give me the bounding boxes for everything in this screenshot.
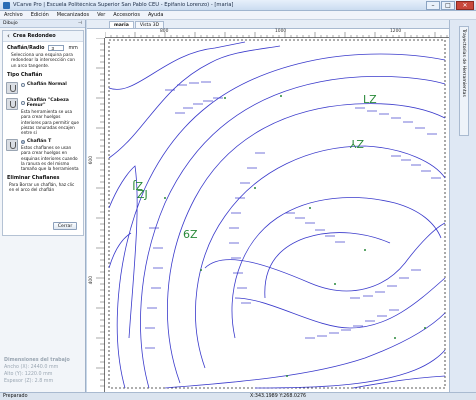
part-marker — [280, 95, 282, 97]
job-thickness: Espesor (Z): 2.8 mm — [4, 379, 54, 384]
part-marker — [164, 197, 166, 199]
part-label: ZY — [349, 137, 364, 150]
panel-header: Dibujo ⊣ — [0, 20, 85, 28]
part-markers — [164, 95, 426, 377]
part-marker — [254, 187, 256, 189]
job-width: Ancho (X): 2440.0 mm — [4, 365, 59, 370]
back-arrow-icon: ‹ — [7, 31, 10, 40]
ruler-left-ticks — [96, 37, 105, 387]
menu-archivo[interactable]: Archivo — [0, 12, 27, 18]
job-dims-title: Dimensiones del trabajo — [4, 358, 70, 363]
part-marker — [309, 207, 311, 209]
job-height: Alto (Y): 1220.0 mm — [4, 372, 53, 377]
vector-drawing[interactable]: LZ ZY ZJ ZJ 6Z — [105, 38, 449, 392]
menu-mecanizados[interactable]: Mecanizados — [53, 12, 93, 18]
close-button[interactable]: Cerrar — [53, 222, 77, 230]
part-labels: LZ ZY ZJ ZJ 6Z — [132, 93, 377, 241]
ruler-left-label: 400 — [89, 276, 94, 285]
minimize-button[interactable]: – — [426, 0, 440, 10]
toolpath-strip: Trayectorias de Herramientas — [449, 20, 476, 392]
slot-marks — [145, 81, 441, 349]
radius-label: Chaflán/Radio — [7, 45, 45, 51]
remove-fillets-title: Eliminar Chaflanes — [7, 175, 60, 182]
ruler-top-label: 1000 — [275, 29, 287, 34]
job-dimensions: Dimensiones del trabajo Ancho (X): 2440.… — [4, 357, 84, 385]
pin-icon[interactable]: ⊣ — [78, 21, 82, 26]
ruler-top: 800 1000 1200 — [104, 29, 449, 38]
radius-unit: mm — [68, 45, 78, 51]
drawing-panel: Dibujo ⊣ ‹ Crea Redondeo Chaflán/Radio m… — [0, 20, 86, 392]
status-text: Preparado — [3, 394, 28, 399]
ruler-top-label: 800 — [160, 29, 169, 34]
radio-normal[interactable] — [21, 82, 25, 87]
toolpaths-tab-label: Trayectorias de Herramientas — [461, 29, 466, 97]
cursor-coordinates: X:343.1989 Y:268.0276 — [250, 394, 307, 399]
part-marker — [200, 269, 202, 271]
window-controls: – □ ✕ — [425, 0, 474, 10]
option-normal-label: Chaflán Normal — [27, 82, 67, 88]
tool-intro: Selecciona una esquina para redondear la… — [11, 53, 75, 69]
view-tabs: maria Vista 3D — [87, 20, 449, 29]
menu-bar: Archivo Edición Mecanizados Ver Accesori… — [0, 11, 476, 20]
part-marker — [394, 337, 396, 339]
back-button[interactable]: ‹ Crea Redondeo — [3, 31, 83, 42]
maximize-button[interactable]: □ — [441, 0, 455, 10]
option-dogbone[interactable]: Chaflán "Cabeza Femur" Esta herramienta … — [3, 94, 83, 135]
menu-ver[interactable]: Ver — [93, 12, 109, 18]
radius-row: Chaflán/Radio mm — [3, 42, 83, 51]
window-title: VCarve Pro | Escuela Politécnica Superio… — [13, 2, 234, 8]
tool-title: Crea Redondeo — [12, 33, 56, 39]
close-window-button[interactable]: ✕ — [456, 0, 474, 10]
option-tbone-text: Estos chaflanes se usan para crear huelg… — [21, 145, 79, 172]
drawing-area: maria Vista 3D 800 1000 1200 600 400 LZ … — [87, 20, 449, 392]
menu-edicion[interactable]: Edición — [27, 12, 53, 18]
toolpaths-tab[interactable]: Trayectorias de Herramientas — [459, 26, 469, 136]
dogbone-fillet-icon — [6, 98, 18, 111]
part-marker — [286, 375, 288, 377]
part-label: ZJ — [132, 179, 143, 192]
app-icon — [3, 1, 10, 9]
option-dogbone-text: Esta herramienta se usa para crear huelg… — [21, 109, 79, 136]
normal-fillet-icon — [6, 82, 18, 95]
part-marker — [334, 283, 336, 285]
part-label: 6Z — [183, 228, 198, 241]
ruler-left: 600 400 — [87, 37, 105, 392]
tab-maria[interactable]: maria — [109, 21, 134, 28]
part-marker — [224, 97, 226, 99]
part-label: LZ — [363, 93, 377, 106]
ruler-left-label: 600 — [89, 156, 94, 165]
radio-dogbone[interactable] — [21, 101, 25, 106]
fillet-tool-card: ‹ Crea Redondeo Chaflán/Radio mm Selecci… — [2, 30, 84, 236]
fillet-type-title: Tipo Chaflán — [7, 72, 43, 79]
menu-ayuda[interactable]: Ayuda — [144, 12, 167, 18]
option-tbone-label: Chaflán T — [27, 139, 52, 145]
part-marker — [364, 249, 366, 251]
option-tbone[interactable]: Chaflán T Estos chaflanes se usan para c… — [3, 135, 83, 171]
drawing-canvas[interactable]: LZ ZY ZJ ZJ 6Z — [105, 38, 449, 392]
menu-accesorios[interactable]: Accesorios — [109, 12, 144, 18]
title-bar: VCarve Pro | Escuela Politécnica Superio… — [0, 0, 476, 11]
radius-input[interactable] — [48, 45, 65, 51]
option-dogbone-label: Chaflán "Cabeza Femur" — [26, 98, 69, 109]
vector-curves[interactable] — [108, 41, 446, 389]
part-marker — [424, 327, 426, 329]
ruler-top-label: 1200 — [390, 29, 402, 34]
tbone-fillet-icon — [6, 139, 18, 152]
tab-3d-view[interactable]: Vista 3D — [134, 21, 165, 28]
option-normal[interactable]: Chaflán Normal — [3, 78, 83, 95]
radio-tbone[interactable] — [21, 139, 25, 144]
panel-header-label: Dibujo — [3, 21, 18, 26]
remove-fillets-text: Para Borrar un chaflán, haz clic en el a… — [9, 182, 75, 193]
status-bar: Preparado X:343.1989 Y:268.0276 — [0, 392, 476, 400]
